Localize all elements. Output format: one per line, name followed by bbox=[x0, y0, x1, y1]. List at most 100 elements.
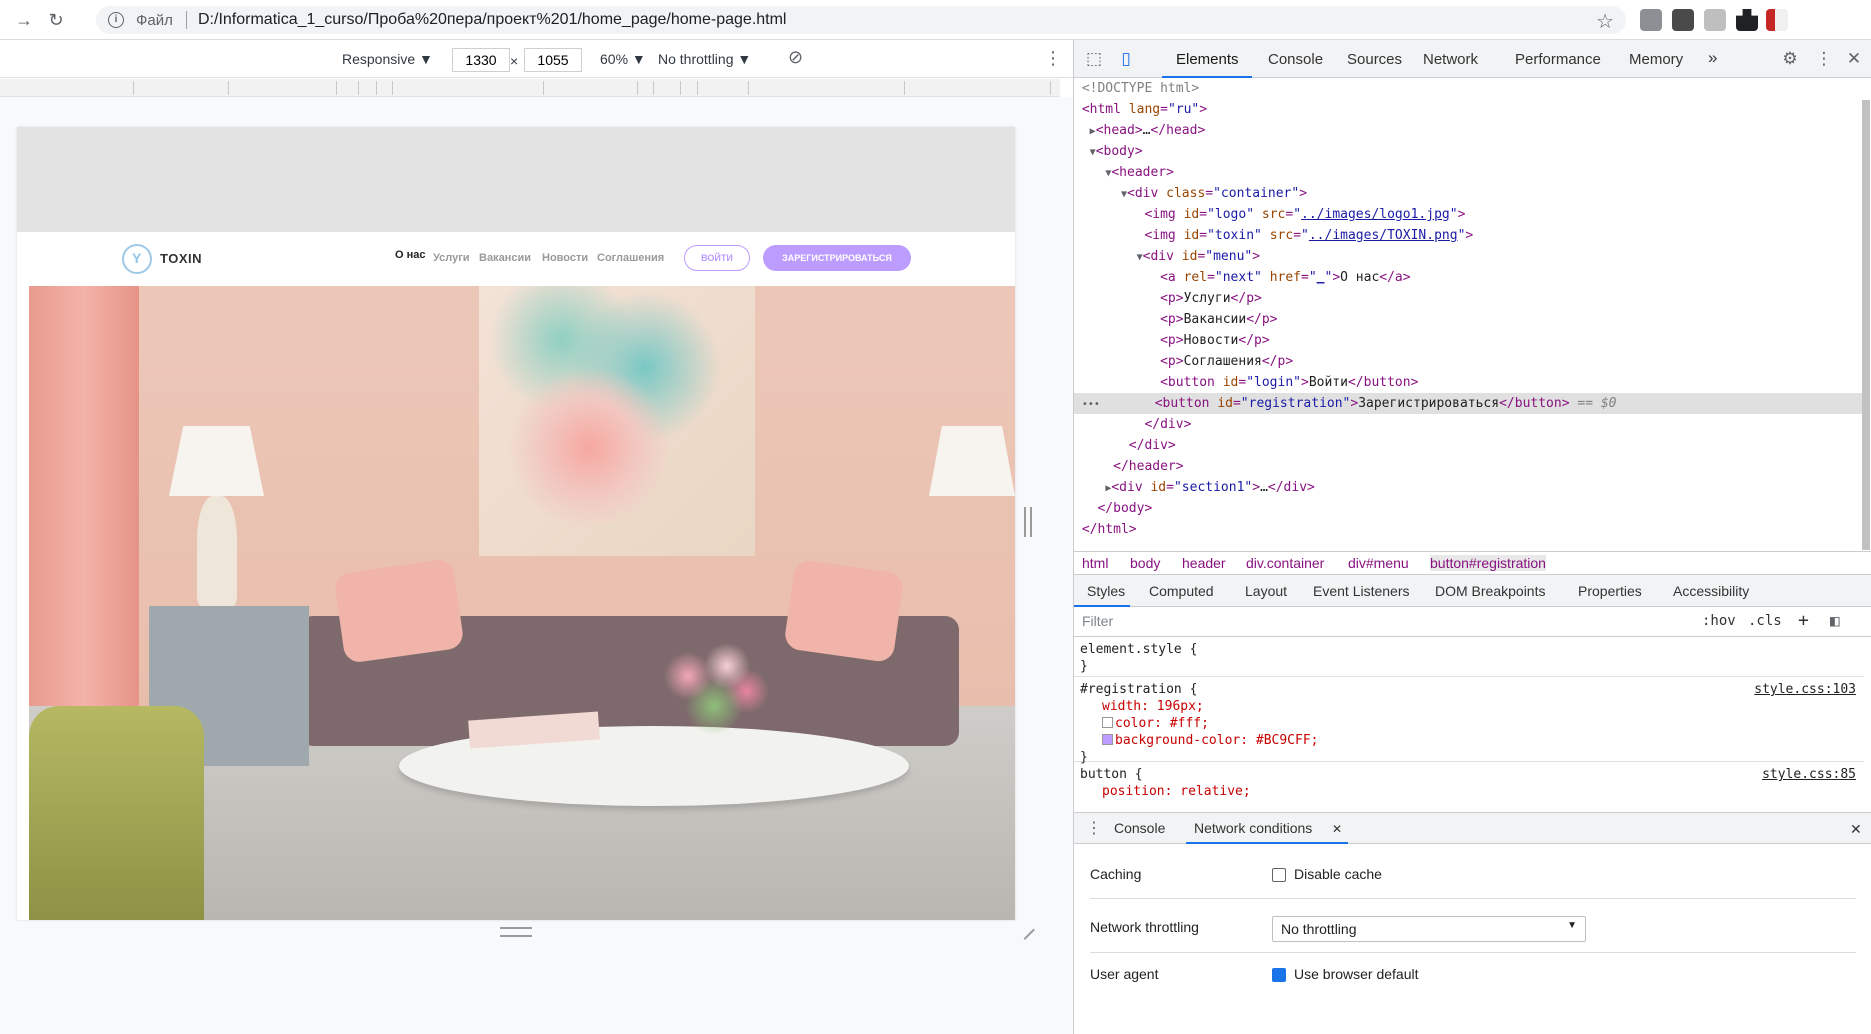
css-property-background-color[interactable]: background-color: #BC9CFF; bbox=[1080, 732, 1858, 749]
brand-name[interactable]: TOXIN bbox=[160, 251, 202, 266]
subtab-styles[interactable]: Styles bbox=[1087, 583, 1125, 599]
dom-node[interactable]: <html lang="ru"> bbox=[1074, 99, 1862, 120]
drawer-menu-icon[interactable]: ⋮ bbox=[1086, 818, 1102, 838]
inspect-element-icon[interactable]: ⬚ bbox=[1084, 49, 1104, 69]
dom-node[interactable]: <!DOCTYPE html> bbox=[1074, 78, 1862, 99]
url-text[interactable]: D:/Informatica_1_curso/Проба%20пера/прое… bbox=[198, 11, 786, 29]
subtab-event-listeners[interactable]: Event Listeners bbox=[1313, 583, 1410, 599]
profile-extension-icon[interactable] bbox=[1766, 9, 1788, 31]
dom-node[interactable]: ▼<body> bbox=[1074, 141, 1862, 162]
color-swatch-white[interactable] bbox=[1102, 717, 1113, 728]
tab-network[interactable]: Network bbox=[1423, 51, 1478, 68]
dom-node[interactable]: ▼<header> bbox=[1074, 162, 1862, 183]
css-rule-button[interactable]: style.css:85 button { position: relative… bbox=[1074, 762, 1864, 812]
close-tab-icon[interactable]: ✕ bbox=[1332, 822, 1342, 836]
pdf-extension-icon[interactable] bbox=[1704, 9, 1726, 31]
more-options-icon[interactable]: ⋮ bbox=[1044, 48, 1062, 69]
close-drawer-icon[interactable]: ✕ bbox=[1850, 821, 1862, 838]
dom-node[interactable]: ▶<div id="section1">…</div> bbox=[1074, 477, 1862, 498]
crumb-container[interactable]: div.container bbox=[1246, 555, 1324, 571]
network-throttling-select[interactable]: No throttling ▼ bbox=[1272, 916, 1586, 942]
dom-node[interactable]: <p>Новости</p> bbox=[1074, 330, 1862, 351]
use-default-ua-label[interactable]: Use browser default bbox=[1294, 966, 1419, 982]
bookmark-star-icon[interactable]: ☆ bbox=[1596, 9, 1614, 34]
tab-elements[interactable]: Elements bbox=[1176, 51, 1239, 68]
css-rule-element-style[interactable]: element.style { } bbox=[1074, 637, 1864, 677]
dom-node[interactable]: ▶<head>…</head> bbox=[1074, 120, 1862, 141]
menu-services[interactable]: Услуги bbox=[433, 252, 470, 264]
width-input[interactable] bbox=[452, 48, 510, 72]
devtools-menu-icon[interactable]: ⋮ bbox=[1814, 49, 1834, 69]
css-property-width[interactable]: width: 196px; bbox=[1080, 698, 1858, 715]
subtab-layout[interactable]: Layout bbox=[1245, 583, 1287, 599]
dom-node[interactable]: <p>Вакансии</p> bbox=[1074, 309, 1862, 330]
new-rule-button[interactable]: + bbox=[1798, 610, 1809, 631]
css-property-position[interactable]: position: relative; bbox=[1080, 783, 1858, 800]
crumb-menu[interactable]: div#menu bbox=[1348, 555, 1409, 571]
height-input[interactable] bbox=[524, 48, 582, 72]
tab-console[interactable]: Console bbox=[1268, 51, 1323, 68]
crumb-registration[interactable]: button#registration bbox=[1430, 555, 1546, 571]
settings-gear-icon[interactable]: ⚙ bbox=[1780, 49, 1800, 69]
tab-memory[interactable]: Memory bbox=[1629, 51, 1683, 68]
dom-node[interactable]: </div> bbox=[1074, 435, 1862, 456]
shield-extension-icon[interactable] bbox=[1640, 9, 1662, 31]
subtab-dom-breakpoints[interactable]: DOM Breakpoints bbox=[1435, 583, 1545, 599]
rule-source-link[interactable]: style.css:103 bbox=[1754, 681, 1856, 698]
dom-node[interactable]: </html> bbox=[1074, 519, 1862, 540]
filter-input[interactable]: Filter bbox=[1082, 613, 1113, 629]
tab-sources[interactable]: Sources bbox=[1347, 51, 1402, 68]
resize-handle-bottom[interactable] bbox=[500, 927, 532, 937]
reload-icon[interactable]: ↻ bbox=[44, 8, 68, 32]
throttling-select[interactable]: No throttling ▼ bbox=[658, 51, 751, 67]
login-button[interactable]: ВОЙТИ bbox=[684, 245, 750, 271]
rule-source-link[interactable]: style.css:85 bbox=[1762, 766, 1856, 783]
subtab-properties[interactable]: Properties bbox=[1578, 583, 1642, 599]
disable-cache-label[interactable]: Disable cache bbox=[1294, 866, 1382, 882]
dom-tree[interactable]: <!DOCTYPE html> <html lang="ru"> ▶<head>… bbox=[1074, 78, 1864, 550]
drawer-tab-network-conditions[interactable]: Network conditions bbox=[1194, 820, 1312, 836]
resize-handle-corner[interactable] bbox=[1015, 920, 1035, 940]
dom-node[interactable]: </div> bbox=[1074, 414, 1862, 435]
device-select[interactable]: Responsive ▼ bbox=[342, 51, 433, 67]
css-rule-registration[interactable]: style.css:103 #registration { width: 196… bbox=[1074, 677, 1864, 765]
menu-agreements[interactable]: Соглашения bbox=[597, 252, 664, 264]
dom-scrollbar[interactable] bbox=[1862, 100, 1870, 550]
register-button[interactable]: ЗАРЕГИСТРИРОВАТЬСЯ bbox=[763, 245, 911, 271]
forward-icon[interactable]: → bbox=[12, 8, 36, 32]
drawer-tab-console[interactable]: Console bbox=[1114, 820, 1165, 836]
toggle-sidebar-icon[interactable]: ◧ bbox=[1830, 611, 1840, 630]
hover-state-button[interactable]: :hov bbox=[1702, 613, 1736, 629]
zoom-select[interactable]: 60% ▼ bbox=[600, 51, 646, 67]
dom-node[interactable]: </header> bbox=[1074, 456, 1862, 477]
more-tabs-icon[interactable]: » bbox=[1708, 48, 1717, 68]
puzzle-extensions-icon[interactable] bbox=[1736, 9, 1758, 31]
menu-about[interactable]: О нас bbox=[395, 249, 426, 261]
dom-node[interactable]: ▼<div class="container"> bbox=[1074, 183, 1862, 204]
dom-node-selected[interactable]: ••• <button id="registration">Зарегистри… bbox=[1074, 393, 1862, 414]
media-query-ruler[interactable] bbox=[0, 79, 1060, 97]
device-toolbar-icon[interactable]: ▯ bbox=[1116, 49, 1136, 69]
dom-node[interactable]: ▼<div id="menu"> bbox=[1074, 246, 1862, 267]
crumb-body[interactable]: body bbox=[1130, 555, 1160, 571]
rotate-icon[interactable]: ⊘ bbox=[788, 47, 803, 68]
dom-node[interactable]: <p>Соглашения</p> bbox=[1074, 351, 1862, 372]
class-toggle-button[interactable]: .cls bbox=[1748, 613, 1782, 629]
menu-vacancies[interactable]: Вакансии bbox=[479, 252, 531, 264]
tab-performance[interactable]: Performance bbox=[1515, 51, 1601, 68]
subtab-accessibility[interactable]: Accessibility bbox=[1673, 583, 1749, 599]
crumb-html[interactable]: html bbox=[1082, 555, 1108, 571]
dom-node[interactable]: <img id="toxin" src="../images/TOXIN.png… bbox=[1074, 225, 1862, 246]
color-swatch-purple[interactable] bbox=[1102, 734, 1113, 745]
emulated-page[interactable]: TOXIN О нас Услуги Вакансии Новости Согл… bbox=[17, 127, 1015, 920]
close-devtools-icon[interactable]: ✕ bbox=[1844, 49, 1864, 69]
dom-node[interactable]: <p>Услуги</p> bbox=[1074, 288, 1862, 309]
subtab-computed[interactable]: Computed bbox=[1149, 583, 1214, 599]
css-property-color[interactable]: color: #fff; bbox=[1080, 715, 1858, 732]
crumb-header[interactable]: header bbox=[1182, 555, 1226, 571]
address-bar[interactable]: i Файл D:/Informatica_1_curso/Проба%20пе… bbox=[96, 6, 1626, 34]
use-default-ua-checkbox[interactable] bbox=[1272, 968, 1286, 982]
extension-icon[interactable] bbox=[1672, 9, 1694, 31]
styles-pane[interactable]: element.style { } style.css:103 #registr… bbox=[1074, 637, 1871, 812]
dom-node[interactable]: <img id="logo" src="../images/logo1.jpg"… bbox=[1074, 204, 1862, 225]
